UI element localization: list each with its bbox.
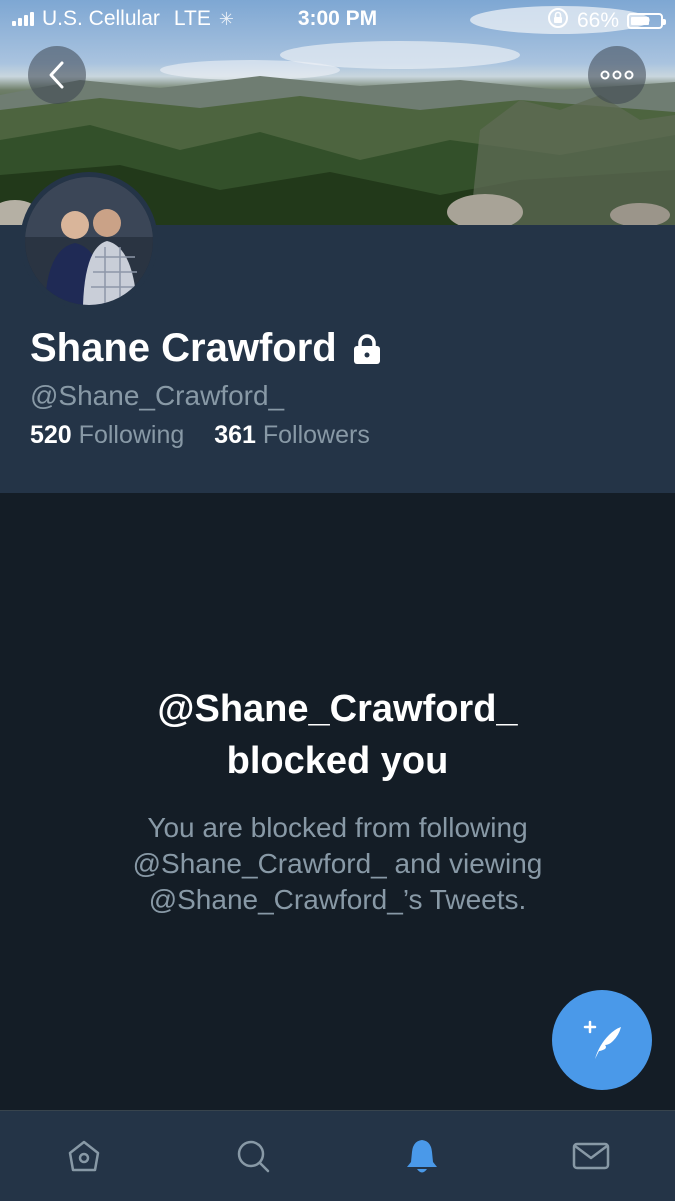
following-link[interactable]: 520 Following [30, 421, 191, 449]
tab-home[interactable] [0, 1111, 169, 1201]
messages-envelope-icon [572, 1142, 609, 1170]
blocked-title-line2: blocked you [226, 740, 449, 782]
tab-notifications[interactable] [338, 1111, 507, 1201]
compose-tweet-icon [583, 1020, 621, 1059]
followers-link[interactable]: 361 Followers [214, 421, 370, 449]
blocked-title: @Shane_Crawford_ blocked you [0, 683, 675, 787]
followers-count: 361 [214, 421, 256, 449]
profile-handle: @Shane_Crawford_ [30, 380, 285, 411]
lock-icon [353, 333, 380, 364]
following-label: Following [78, 421, 185, 449]
battery-percent: 66% [576, 9, 619, 32]
avatar-photo [25, 177, 153, 305]
tab-messages[interactable] [506, 1111, 675, 1201]
bottom-tab-bar [0, 1110, 675, 1201]
followers-label: Followers [262, 421, 370, 449]
follow-stats: 520 Following 361 Followers [30, 421, 370, 450]
search-icon [237, 1140, 270, 1173]
status-bar: U.S. Cellular LTE ✳ 3:00 PM 66% [0, 0, 675, 38]
more-options-button[interactable] [588, 46, 646, 104]
following-count: 520 [30, 421, 72, 449]
blocked-desc-line3: @Shane_Crawford_’s Tweets. [148, 884, 527, 915]
compose-tweet-button[interactable] [552, 990, 652, 1090]
profile-name: Shane Crawford [30, 326, 337, 370]
chevron-left-icon [49, 61, 64, 89]
blocked-description: You are blocked from following @Shane_Cr… [0, 810, 675, 918]
blocked-desc-line1: You are blocked from following [147, 812, 528, 843]
tab-search[interactable] [169, 1111, 338, 1201]
home-icon [69, 1140, 100, 1172]
back-button[interactable] [28, 46, 86, 104]
notifications-bell-icon [406, 1140, 437, 1173]
profile-name-row: Shane Crawford [30, 326, 383, 371]
more-dots-icon [600, 70, 634, 80]
profile-avatar[interactable] [20, 172, 158, 310]
blocked-desc-line2: @Shane_Crawford_ and viewing [132, 848, 543, 879]
battery-icon [627, 13, 666, 29]
rotation-lock-icon [547, 7, 569, 35]
blocked-title-line1: @Shane_Crawford_ [157, 688, 518, 730]
